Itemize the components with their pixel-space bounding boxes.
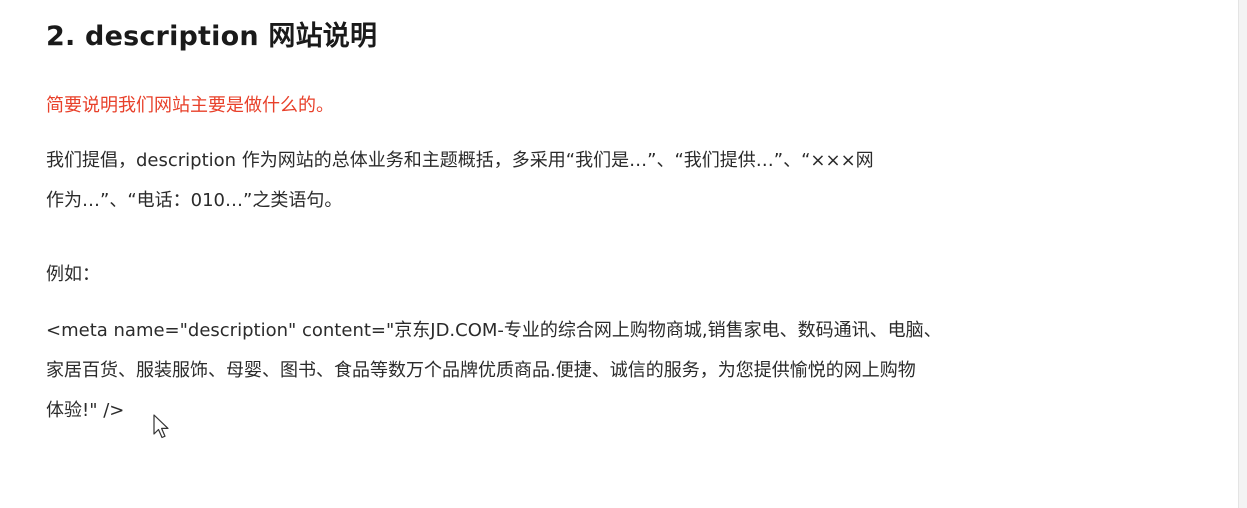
section-title: 2. description 网站说明 [46, 21, 378, 52]
example-line-2: 家居百货、服装服饰、母婴、图书、食品等数万个品牌优质商品.便捷、诚信的服务，为您… [46, 360, 916, 381]
section-summary-highlight: 简要说明我们网站主要是做什么的。 [46, 95, 334, 116]
example-label: 例如： [46, 264, 100, 285]
intro-line-2: 作为…”、“电话：010…”之类语句。 [46, 190, 343, 211]
intro-paragraph: 我们提倡，description 作为网站的总体业务和主题概括，多采用“我们是…… [46, 141, 1136, 221]
example-line-1: <meta name="description" content="京东JD.C… [46, 320, 942, 341]
intro-line-1: 我们提倡，description 作为网站的总体业务和主题概括，多采用“我们是…… [46, 150, 874, 171]
example-line-3: 体验!" /> [46, 400, 125, 421]
vertical-scrollbar[interactable] [1238, 0, 1247, 508]
example-code-paragraph: <meta name="description" content="京东JD.C… [46, 311, 1156, 431]
mouse-pointer-icon [153, 414, 169, 439]
